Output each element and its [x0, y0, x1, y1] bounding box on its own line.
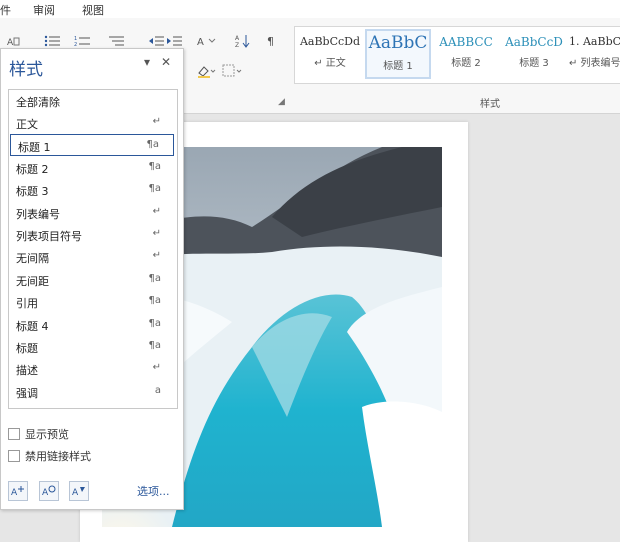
- style-item-title[interactable]: 标题 ¶a: [9, 336, 175, 358]
- styles-pane-title: 样式: [9, 60, 43, 80]
- linked-style-icon: ¶a: [148, 273, 162, 284]
- style-item-label: 正文: [16, 118, 38, 131]
- paragraph-style-icon: ↵: [152, 362, 161, 373]
- style-item-normal[interactable]: 正文 ↵: [9, 112, 175, 134]
- style-item-label: 列表项目符号: [16, 230, 82, 243]
- style-item-heading2[interactable]: 标题 2 ¶a: [9, 157, 175, 179]
- menu-view[interactable]: 视图: [82, 2, 104, 18]
- styles-group-label: 样式: [480, 99, 500, 110]
- linked-style-icon: ¶a: [148, 183, 162, 194]
- style-item-no-spacing[interactable]: 无间隔 ↵: [9, 246, 175, 268]
- linked-style-icon: ¶a: [148, 340, 162, 351]
- style-item-label: 描述: [16, 364, 38, 377]
- paragraph-dialog-launcher-icon[interactable]: ◢: [278, 97, 285, 107]
- styles-pane: 样式 ▾ ✕ 全部清除 正文 ↵ 标题 1 ¶a 标题 2 ¶a 标题 3 ¶a…: [0, 48, 184, 510]
- disable-linked-styles-label: 禁用链接样式: [25, 450, 91, 463]
- style-item-emphasis[interactable]: 强调 a: [9, 381, 175, 403]
- style-sample: AABBCC: [439, 35, 493, 49]
- paragraph-style-icon: ↵: [152, 116, 161, 127]
- style-sample: AaBbC: [368, 33, 428, 53]
- style-item-label: 无间距: [16, 275, 49, 288]
- style-name: ↵ 正文: [314, 58, 346, 69]
- style-item-label: 引用: [16, 297, 38, 310]
- svg-text:¶: ¶: [267, 35, 274, 47]
- style-item-heading3[interactable]: 标题 3 ¶a: [9, 179, 175, 201]
- style-name: 标题 3: [519, 58, 549, 69]
- style-item-list-number[interactable]: 列表编号 ↵: [9, 202, 175, 224]
- style-item-label: 标题 3: [16, 185, 49, 198]
- menu-bar: 件 审阅 视图: [0, 0, 620, 18]
- style-name: 标题 2: [451, 58, 481, 69]
- style-item-label: 标题 1: [18, 141, 51, 154]
- style-inspector-button[interactable]: A: [39, 481, 59, 501]
- svg-text:A: A: [197, 37, 204, 47]
- style-tile-heading1[interactable]: AaBbC 标题 1: [365, 29, 431, 79]
- style-item-heading4[interactable]: 标题 4 ¶a: [9, 314, 175, 336]
- style-item-label: 全部清除: [16, 96, 60, 109]
- style-item-caption[interactable]: 描述 ↵: [9, 358, 175, 380]
- linked-style-icon: ¶a: [148, 161, 162, 172]
- new-style-button[interactable]: A: [8, 481, 28, 501]
- style-item-label: 强调: [16, 387, 38, 400]
- svg-text:A: A: [42, 488, 49, 498]
- svg-text:2: 2: [74, 42, 77, 47]
- linked-style-icon: ¶a: [148, 318, 162, 329]
- style-item-clear-all[interactable]: 全部清除: [9, 90, 175, 112]
- svg-text:A: A: [11, 488, 18, 498]
- style-item-quote[interactable]: 引用 ¶a: [9, 291, 175, 313]
- style-item-heading1[interactable]: 标题 1 ¶a: [10, 134, 174, 156]
- style-tile-heading3[interactable]: AaBbCcD 标题 3: [501, 29, 567, 79]
- manage-styles-icon: A: [72, 487, 85, 498]
- menu-file[interactable]: 件: [0, 2, 11, 18]
- svg-text:Z: Z: [235, 42, 239, 48]
- style-tile-list-number[interactable]: 1. AaBbC ↵ 列表编号: [569, 29, 620, 79]
- text-effects-icon[interactable]: A: [196, 32, 218, 50]
- paragraph-style-icon: ↵: [152, 206, 161, 217]
- svg-text:A: A: [7, 38, 14, 47]
- linked-style-icon: ¶a: [148, 295, 162, 306]
- style-name: ↵ 列表编号: [569, 58, 620, 69]
- character-style-icon: a: [154, 385, 161, 396]
- pane-options-dropdown-icon[interactable]: ▾: [144, 55, 150, 69]
- shading-icon[interactable]: [196, 62, 218, 80]
- sort-icon[interactable]: AZ: [232, 32, 254, 50]
- show-preview-checkbox[interactable]: [8, 428, 20, 440]
- options-link[interactable]: 选项...: [137, 483, 170, 499]
- style-name: 标题 1: [383, 61, 413, 72]
- disable-linked-styles-checkbox[interactable]: [8, 450, 20, 462]
- style-item-label: 列表编号: [16, 208, 60, 221]
- style-item-label: 无间隔: [16, 252, 49, 265]
- styles-gallery: AaBbCcDd ↵ 正文 AaBbC 标题 1 AABBCC 标题 2 AaB…: [294, 26, 620, 84]
- style-sample: AaBbCcDd: [299, 35, 361, 48]
- show-marks-icon[interactable]: ¶: [262, 32, 284, 50]
- paragraph-style-icon: ↵: [152, 250, 161, 261]
- paragraph-style-icon: ↵: [152, 228, 161, 239]
- style-item-list-bullet[interactable]: 列表项目符号 ↵: [9, 224, 175, 246]
- svg-text:A: A: [72, 488, 79, 498]
- menu-review[interactable]: 审阅: [33, 2, 55, 18]
- close-icon[interactable]: ✕: [161, 55, 171, 69]
- show-preview-label: 显示预览: [25, 428, 69, 441]
- style-tile-heading2[interactable]: AABBCC 标题 2: [433, 29, 499, 79]
- style-item-label: 标题 4: [16, 320, 49, 333]
- style-item-no-space[interactable]: 无间距 ¶a: [9, 269, 175, 291]
- style-sample: 1. AaBbC: [569, 35, 620, 48]
- style-item-label: 标题: [16, 342, 38, 355]
- style-sample: AaBbCcD: [505, 35, 563, 49]
- style-inspector-icon: A: [42, 485, 56, 498]
- style-item-label: 标题 2: [16, 163, 49, 176]
- linked-style-icon: ¶a: [146, 139, 160, 150]
- borders-icon[interactable]: [222, 62, 244, 80]
- svg-text:A: A: [235, 35, 240, 42]
- new-style-icon: A: [11, 486, 24, 498]
- manage-styles-button[interactable]: A: [69, 481, 89, 501]
- styles-list: 全部清除 正文 ↵ 标题 1 ¶a 标题 2 ¶a 标题 3 ¶a 列表编号 ↵…: [8, 89, 178, 409]
- style-tile-normal[interactable]: AaBbCcDd ↵ 正文: [297, 29, 363, 79]
